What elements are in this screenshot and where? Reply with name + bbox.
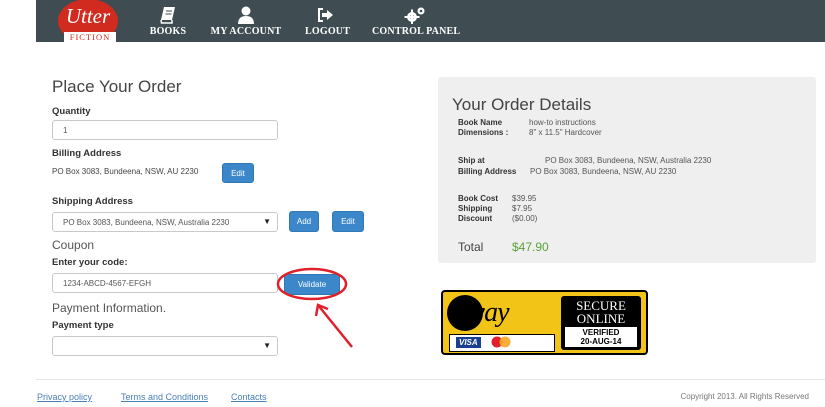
payment-type-label: Payment type	[52, 320, 114, 331]
eway-logo: eway	[447, 295, 555, 331]
utter-fiction-logo[interactable]: Utter FICTION	[54, 0, 126, 43]
nav-my-account[interactable]: MY ACCOUNT	[210, 0, 282, 42]
contacts-link[interactable]: Contacts	[231, 392, 267, 402]
book-cost-value: $39.95	[512, 194, 537, 203]
coupon-heading: Coupon	[52, 238, 95, 252]
ship-at-value: PO Box 3083, Bundeena, NSW, Australia 22…	[545, 156, 712, 165]
book-name-value: how-to instructions	[529, 118, 596, 127]
dimensions-value: 8" x 11.5" Hardcover	[529, 128, 602, 137]
nav-books-label: BOOKS	[149, 26, 187, 37]
card-logos: VISA	[449, 334, 555, 352]
shipping-address-label: Shipping Address	[52, 196, 133, 207]
coupon-code-label: Enter your code:	[52, 257, 128, 268]
verified-box: VERIFIED 20-AUG-14	[565, 327, 637, 347]
billing-address-detail-value: PO Box 3083, Bundeena, NSW, AU 2230	[530, 167, 677, 176]
book-icon	[160, 7, 175, 24]
shipping-address-value: PO Box 3083, Bundeena, NSW, Australia 22…	[63, 218, 230, 227]
privacy-policy-link[interactable]: Privacy policy	[37, 392, 92, 402]
verified-date: 20-AUG-14	[580, 337, 622, 346]
shipping-cost-key: Shipping	[458, 204, 493, 213]
discount-key: Discount	[458, 214, 493, 223]
payment-information-heading: Payment Information.	[52, 301, 167, 315]
online-text: ONLINE	[576, 311, 626, 326]
nav-my-account-label: MY ACCOUNT	[210, 26, 282, 37]
gears-icon	[404, 7, 425, 24]
verified-text: VERIFIED	[582, 328, 620, 337]
eway-logo-text: eway	[455, 297, 510, 328]
quantity-label: Quantity	[52, 106, 91, 117]
validate-button[interactable]: Validate	[284, 274, 340, 295]
eway-secure-badge[interactable]: eway SECURE ONLINE VERIFIED 20-AUG-14 VI…	[441, 290, 648, 355]
total-key: Total	[458, 240, 484, 254]
quantity-input[interactable]: 1	[52, 120, 278, 140]
total-value: $47.90	[512, 240, 549, 254]
select-caret-icon: ▼	[263, 341, 271, 350]
book-cost-key: Book Cost	[458, 194, 498, 203]
payment-type-select[interactable]: ▼	[52, 336, 278, 356]
add-shipping-button[interactable]: Add	[289, 211, 319, 232]
ship-at-key: Ship at	[458, 156, 485, 165]
logout-icon	[318, 8, 333, 22]
top-navbar: Utter FICTION BOOKS MY ACCOUNT LOGOUT CO…	[0, 0, 825, 43]
mastercard-icon	[491, 336, 511, 348]
shipping-cost-value: $7.95	[512, 204, 533, 213]
dimensions-key: Dimensions :	[458, 128, 509, 137]
user-icon	[238, 6, 254, 24]
edit-billing-button[interactable]: Edit	[222, 163, 254, 183]
logo-name: Utter	[65, 4, 111, 28]
visa-logo: VISA	[456, 337, 481, 348]
book-name-key: Book Name	[458, 118, 503, 127]
billing-address-value: PO Box 3083, Bundeena, NSW, AU 2230	[52, 167, 199, 176]
nav-books[interactable]: BOOKS	[148, 0, 188, 42]
terms-link[interactable]: Terms and Conditions	[121, 392, 208, 402]
nav-control-panel[interactable]: CONTROL PANEL	[372, 0, 461, 42]
secure-online-box: SECURE ONLINE VERIFIED 20-AUG-14	[561, 296, 641, 350]
footer-divider	[36, 379, 825, 380]
nav-logout[interactable]: LOGOUT	[305, 0, 351, 42]
billing-address-key: Billing Address	[458, 167, 517, 176]
logo-subtitle: FICTION	[69, 32, 111, 42]
select-caret-icon: ▼	[263, 217, 271, 226]
discount-value: ($0.00)	[512, 214, 538, 223]
copyright-text: Copyright 2013. All Rights Reserved	[680, 392, 809, 401]
coupon-code-input[interactable]: 1234-ABCD-4567-EFGH	[52, 273, 278, 293]
nav-control-panel-label: CONTROL PANEL	[372, 26, 461, 37]
shipping-address-select[interactable]: PO Box 3083, Bundeena, NSW, Australia 22…	[52, 212, 278, 232]
billing-address-label: Billing Address	[52, 148, 122, 159]
edit-shipping-button[interactable]: Edit	[332, 211, 364, 232]
order-details-title: Your Order Details	[452, 95, 592, 114]
nav-logout-label: LOGOUT	[305, 26, 351, 37]
page-title: Place Your Order	[52, 77, 182, 96]
